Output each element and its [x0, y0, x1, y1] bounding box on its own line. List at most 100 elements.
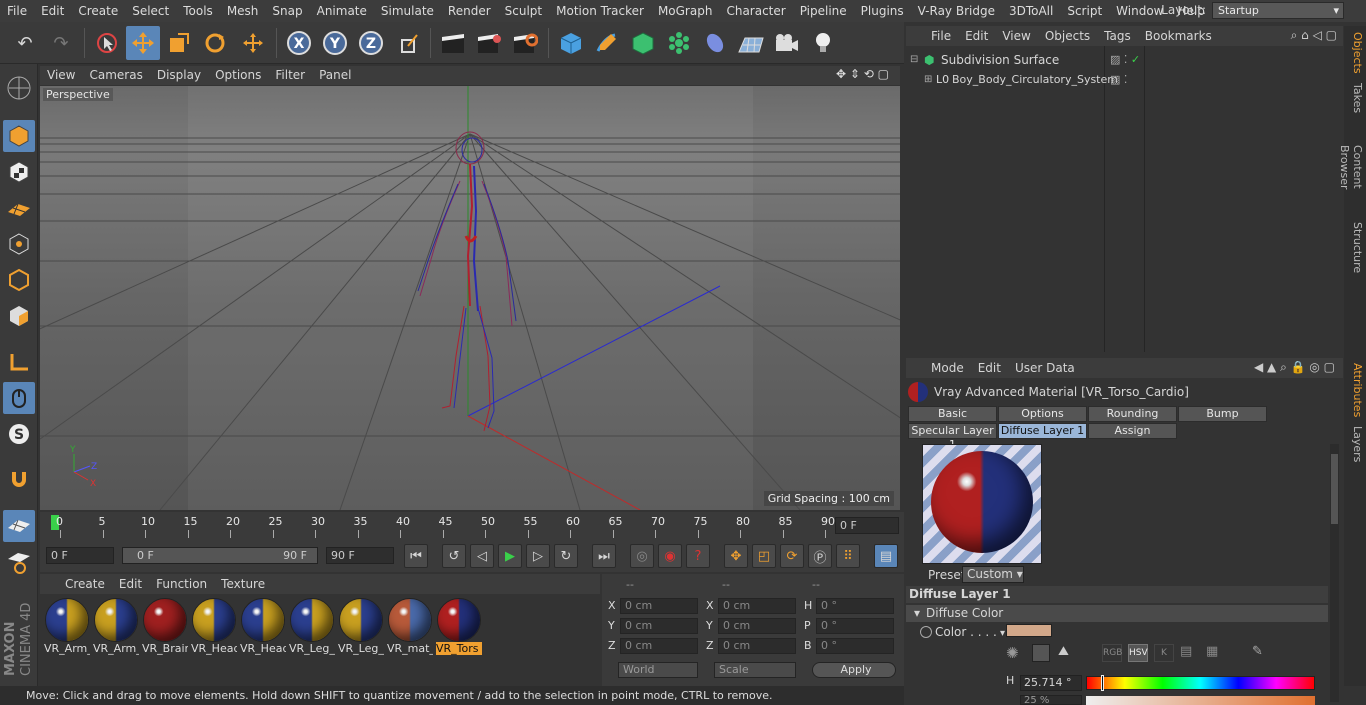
record-keys-icon[interactable]: ◎ — [630, 544, 654, 568]
material-swatch[interactable]: VR_Brair — [142, 598, 188, 656]
tab-rounding[interactable]: Rounding — [1088, 406, 1177, 422]
tab-specular-layer-1[interactable]: Specular Layer 1 — [908, 423, 997, 451]
visibility-dots-icon[interactable]: ▨ ⁚ — [1110, 70, 1127, 90]
coord-pos-field[interactable]: 0 cm — [620, 638, 698, 654]
tab-basic[interactable]: Basic — [908, 406, 997, 422]
tab-structure[interactable]: Structure — [1346, 222, 1364, 274]
menu-render[interactable]: Render — [441, 0, 498, 22]
autokey-icon[interactable]: ◉ — [658, 544, 682, 568]
rotate-tool-icon[interactable] — [198, 26, 232, 60]
menu-edit[interactable]: Edit — [34, 0, 71, 22]
x-axis-lock-icon[interactable]: X — [282, 26, 316, 60]
material-menu-function[interactable]: Function — [149, 577, 214, 591]
material-swatch[interactable]: VR_Leg_ — [338, 598, 384, 656]
deformer-icon[interactable] — [698, 26, 732, 60]
viewport-menu-filter[interactable]: Filter — [268, 66, 312, 85]
collapse-icon[interactable]: ⊟ — [910, 50, 918, 70]
solo-mode-icon[interactable]: S — [3, 418, 35, 450]
light-icon[interactable] — [806, 26, 840, 60]
menu-mesh[interactable]: Mesh — [220, 0, 266, 22]
tab-objects[interactable]: Objects — [1346, 32, 1364, 74]
mograph-cloner-icon[interactable] — [662, 26, 696, 60]
expand-icon[interactable]: ⊞ — [924, 70, 932, 90]
viewport-menu-display[interactable]: Display — [150, 66, 208, 85]
object-menu-edit[interactable]: Edit — [958, 29, 995, 43]
object-menu-bookmarks[interactable]: Bookmarks — [1138, 29, 1219, 43]
preview-range-slider[interactable]: 0 F 90 F — [122, 547, 318, 564]
subsection-header[interactable]: ▾ Diffuse Color — [906, 605, 1328, 622]
menu-plugins[interactable]: Plugins — [854, 0, 911, 22]
next-frame-icon[interactable]: ▷ — [526, 544, 550, 568]
record-position-icon[interactable]: ✥ — [724, 544, 748, 568]
image-picker-icon[interactable]: ⛰ — [1058, 644, 1076, 662]
material-menu-edit[interactable]: Edit — [112, 577, 149, 591]
subdivision-surface-icon[interactable] — [626, 26, 660, 60]
object-menu-objects[interactable]: Objects — [1038, 29, 1097, 43]
locked-workplane-icon[interactable] — [3, 546, 35, 578]
points-mode-icon[interactable] — [3, 228, 35, 260]
texture-mode-icon[interactable] — [3, 156, 35, 188]
object-menu-tags[interactable]: Tags — [1097, 29, 1138, 43]
attribute-menu-user-data[interactable]: User Data — [1008, 361, 1082, 375]
coord-rot-field[interactable]: 0 ° — [816, 598, 894, 614]
go-to-start-icon[interactable]: ⏮ — [404, 544, 428, 568]
coordinate-system-select[interactable]: World — [618, 662, 698, 678]
keyframe-selection-icon[interactable]: ? — [686, 544, 710, 568]
render-settings-icon[interactable] — [508, 26, 542, 60]
material-swatch[interactable]: VR_Arm_ — [93, 598, 139, 656]
workplane-mode-icon[interactable] — [3, 192, 35, 224]
object-menu-view[interactable]: View — [995, 29, 1037, 43]
redo-icon[interactable]: ↷ — [44, 26, 78, 60]
material-menu-texture[interactable]: Texture — [214, 577, 272, 591]
live-selection-icon[interactable] — [90, 26, 124, 60]
swatches-icon[interactable]: ▦ — [1206, 644, 1226, 662]
menu-script[interactable]: Script — [1060, 0, 1109, 22]
menu-create[interactable]: Create — [71, 0, 125, 22]
tab-bump[interactable]: Bump — [1178, 406, 1267, 422]
scale-tool-icon[interactable] — [162, 26, 196, 60]
coordinate-system-icon[interactable] — [392, 26, 426, 60]
workplane-snap-icon[interactable] — [3, 510, 35, 542]
viewport-menu-view[interactable]: View — [40, 66, 82, 85]
tab-diffuse-layer-1[interactable]: Diffuse Layer 1 — [998, 423, 1087, 439]
attribute-menu-mode[interactable]: Mode — [924, 361, 971, 375]
preset-select[interactable]: Custom ▾ — [962, 566, 1024, 583]
coord-size-field[interactable]: 0 cm — [718, 618, 796, 634]
previous-key-icon[interactable]: ↺ — [442, 544, 466, 568]
timeline-ruler[interactable]: 0 F 0 5 10 15 20 25 30 35 40 45 50 55 60 65 70 75 80 85 90 — [40, 512, 904, 540]
object-menu-file[interactable]: File — [924, 29, 958, 43]
next-key-icon[interactable]: ↻ — [554, 544, 578, 568]
coord-pos-field[interactable]: 0 cm — [620, 618, 698, 634]
axis-mode-icon[interactable] — [3, 346, 35, 378]
tab-assign[interactable]: Assign — [1088, 423, 1177, 439]
color-wheel-icon[interactable]: ✺ — [1006, 644, 1026, 662]
record-scale-icon[interactable]: ◰ — [752, 544, 776, 568]
coord-pos-field[interactable]: 0 cm — [620, 598, 698, 614]
viewport-menu-panel[interactable]: Panel — [312, 66, 358, 85]
material-swatch[interactable]: VR_Head — [240, 598, 286, 656]
viewport-navigation-icons[interactable]: ✥ ⇕ ⟲ ▢ — [836, 67, 900, 84]
hue-slider-handle[interactable] — [1101, 675, 1104, 691]
render-picture-viewer-icon[interactable] — [472, 26, 506, 60]
end-frame-field[interactable]: 90 F — [326, 547, 394, 564]
go-to-end-icon[interactable]: ⏭ — [592, 544, 616, 568]
tab-layers[interactable]: Layers — [1346, 426, 1364, 462]
start-frame-field[interactable]: 0 F — [46, 547, 114, 564]
object-row-boy-body[interactable]: ⊞ L0 Boy_Body_Circulatory_System ▨ ⁚ — [906, 70, 1343, 90]
make-editable-icon[interactable] — [3, 72, 35, 104]
material-swatch[interactable]: VR_Leg_ — [289, 598, 335, 656]
menu-3dtoall[interactable]: 3DToAll — [1002, 0, 1060, 22]
edges-mode-icon[interactable] — [3, 264, 35, 296]
menu-mograph[interactable]: MoGraph — [651, 0, 720, 22]
material-swatch[interactable]: VR_Arm_ — [44, 598, 90, 656]
rgb-mode-button[interactable]: RGB — [1102, 644, 1122, 662]
material-swatch[interactable]: VR_Head — [191, 598, 237, 656]
record-rotation-icon[interactable]: ⟳ — [780, 544, 804, 568]
menu-v-ray-bridge[interactable]: V-Ray Bridge — [911, 0, 1002, 22]
hue-slider[interactable] — [1086, 675, 1315, 691]
material-swatch[interactable]: VR_mat_ — [387, 598, 433, 656]
y-axis-lock-icon[interactable]: Y — [318, 26, 352, 60]
record-point-level-icon[interactable]: ⠿ — [836, 544, 860, 568]
tab-attributes[interactable]: Attributes — [1346, 362, 1364, 418]
viewport-menu-options[interactable]: Options — [208, 66, 268, 85]
